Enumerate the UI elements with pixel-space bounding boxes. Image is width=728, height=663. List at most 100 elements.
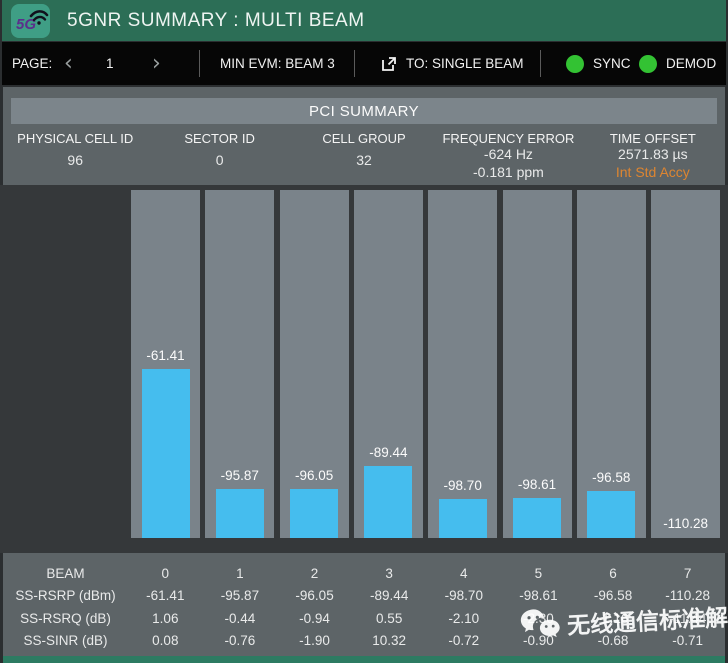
table-row-ss-rsrp: SS-RSRP (dBm) -61.41 -95.87 -96.05 -89.44 -98… [3,585,725,608]
table-cell: 3 [385,565,393,581]
beam-bar-5 [513,498,561,538]
pci-field-label: PHYSICAL CELL ID [17,131,134,146]
pci-field-value: 96 [67,152,83,168]
row-header: SS-SINR (dB) [23,633,108,649]
pci-field-value: -624 Hz [483,146,533,162]
beam-bar-0 [141,368,190,538]
pci-field-value2: -0.181 ppm [473,164,544,180]
table-cell: -0.44 [224,610,256,626]
pci-field: TIME OFFSET 2571.83 µs Int Std Accy [581,129,725,185]
table-cell: 6 [609,565,617,581]
page-title: 5GNR SUMMARY : MULTI BEAM [67,9,365,31]
pci-fields: PHYSICAL CELL ID 96 SECTOR ID 0 CELL GROUP 32… [3,129,725,185]
table-cell: -2.10 [448,610,480,626]
table-cell: -1.90 [299,633,330,649]
to-single-beam-button[interactable]: TO: SINGLE BEAM [381,56,524,72]
bar-value-label: -98.61 [517,477,557,493]
pci-field-value: 2571.83 µs [618,146,688,162]
row-header: SS-RSRP (dBm) [15,588,116,604]
beam-bar-chart: -61.41 -95.87 -96.05 -89.44 -98.70 -98.61 -96.… [0,185,728,553]
beam-bar-2 [290,489,339,538]
sync-label: SYNC [593,56,631,71]
table-cell: 5 [534,565,543,581]
external-link-icon [381,56,397,72]
beam-column-1: -95.87 [205,190,275,538]
table-cell: 7 [683,565,692,581]
table-cell: -0.94 [299,610,330,626]
svg-text:5G: 5G [16,16,36,33]
table-cell: -0.72 [448,633,480,649]
table-cell: 10.32 [372,633,407,649]
table-cell: 4 [460,565,468,581]
bar-value-label: -95.87 [220,467,259,483]
pci-field-label: FREQUENCY ERROR [442,131,575,146]
beam-column-2: -96.05 [279,190,349,538]
beam-metrics-table: BEAM 0 1 2 3 4 5 6 7 SS-RSRP (dBm) -61.41 -95.87 -96… [3,553,725,656]
pci-field-label: TIME OFFSET [609,131,696,146]
table-cell: -95.87 [220,588,260,604]
bar-value-label: -110.28 [663,516,708,531]
pci-field-value: 0 [215,152,224,168]
table-cell: -89.44 [370,588,409,604]
table-cell: -61.41 [146,588,185,604]
title-bar: 5G 5GNR SUMMARY : MULTI BEAM [2,0,726,41]
table-cell: 1 [236,565,244,581]
page-number[interactable]: 1 [106,42,114,85]
table-cell: -11.44 [669,610,707,626]
pci-field: FREQUENCY ERROR -624 Hz -0.181 ppm [436,129,580,185]
table-row-ss-rsrq: SS-RSRQ (dB) 1.06 -0.44 -0.94 0.55 -2.10 -2.30… [3,607,725,630]
row-header: BEAM [46,565,85,581]
table-cell: -0.71 [672,633,704,649]
table-cell: 0 [161,565,170,581]
pci-field: SECTOR ID 0 [147,129,291,185]
beam-column-6: -96.58 [576,190,646,538]
table-row-ss-sinr: SS-SINR (dB) 0.08 -0.76 -1.90 10.32 -0.72 -0.9… [3,630,725,653]
table-cell: 1.06 [152,610,179,626]
table-cell: -0.76 [224,633,256,649]
bar-value-label: -61.41 [146,347,185,363]
bar-value-label: -96.05 [294,468,334,484]
beam-column-5: -98.61 [502,190,572,538]
to-single-beam-label: TO: SINGLE BEAM [406,56,524,71]
pci-field-label: CELL GROUP [322,131,406,146]
bar-value-label: -98.70 [443,477,482,493]
beam-column-0: -61.41 [131,190,200,538]
page-next-button[interactable]: › [148,52,165,75]
pci-field: PHYSICAL CELL ID 96 [3,129,147,185]
table-cell: -96.58 [593,588,633,604]
table-cell: 0.55 [376,610,403,626]
pci-summary-panel: PCI SUMMARY PHYSICAL CELL ID 96 SECTOR ID 0… [3,87,725,185]
table-cell: -98.70 [444,588,483,604]
bar-value-label: -96.58 [592,470,631,486]
page-label: PAGE: [12,56,53,71]
demod-status-led [639,54,657,73]
table-cell: -0.90 [523,633,554,649]
beam-bar-1 [215,488,264,538]
beam-bar-3 [364,466,413,538]
table-row-beam: BEAM 0 1 2 3 4 5 6 7 [3,562,725,585]
beam-column-3: -89.44 [353,190,423,538]
pci-field-value: 32 [356,152,372,168]
table-cell: -98.61 [519,588,558,604]
beam-column-7: -110.28 [651,190,721,538]
bottom-accent-strip [3,656,725,663]
table-cell: 2 [310,565,319,581]
5g-logo-icon: 5G [16,9,49,33]
min-evm-button[interactable]: MIN EVM: BEAM 3 [220,56,335,71]
pci-field-label: SECTOR ID [184,131,255,146]
table-cell: -96.05 [295,588,334,604]
app-window: 5G 5GNR SUMMARY : MULTI BEAM PAGE: ‹ 1 ›… [0,0,728,663]
table-cell: 0.08 [152,633,179,649]
toolbar-divider [540,50,541,77]
page-prev-button[interactable]: ‹ [60,52,77,75]
table-cell: -1.16 [597,610,629,626]
5g-app-logo: 5G [11,3,50,38]
toolbar: PAGE: ‹ 1 › MIN EVM: BEAM 3 TO: SINGLE B… [2,42,726,85]
sync-status-led [566,54,584,73]
table-cell: -2.30 [523,610,554,626]
beam-bar-4 [438,498,487,538]
table-cell: -110.28 [665,588,711,604]
table-cell: -0.68 [597,633,629,649]
toolbar-divider [199,50,200,77]
beam-column-4: -98.70 [428,190,498,538]
